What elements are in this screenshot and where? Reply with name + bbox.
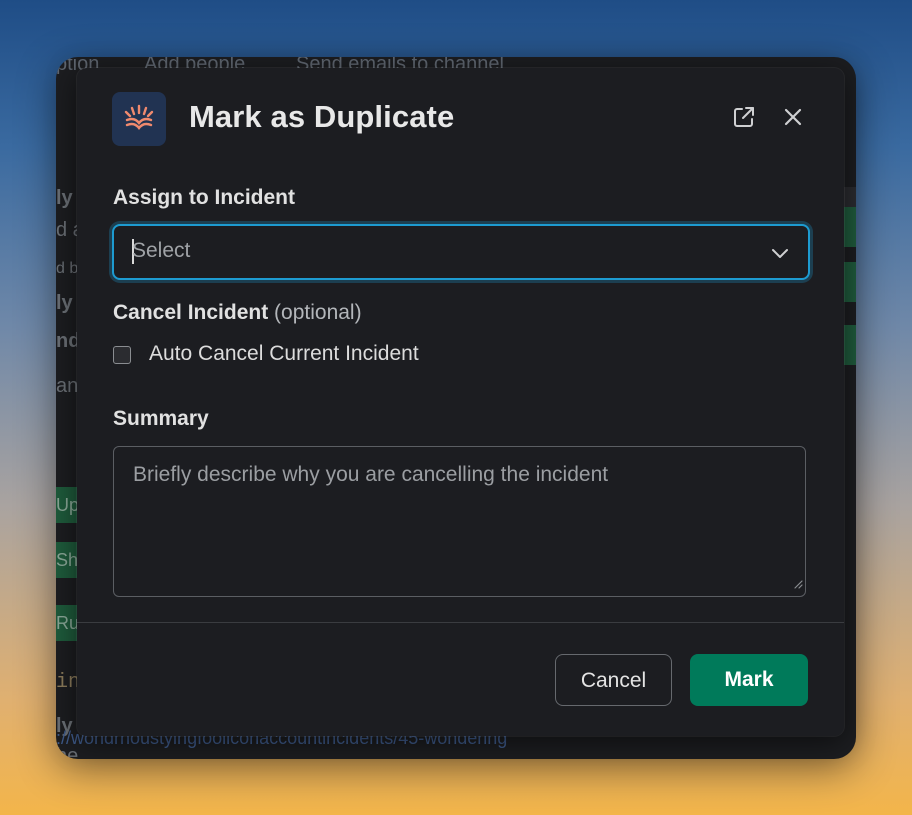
bg-fragment: ly [56, 292, 73, 314]
lotus-book-icon [112, 92, 166, 146]
auto-cancel-checkbox[interactable] [113, 346, 131, 364]
summary-textarea[interactable]: Briefly describe why you are cancelling … [113, 446, 806, 597]
assign-label: Assign to Incident [113, 186, 296, 209]
resize-grip-icon[interactable] [793, 576, 803, 594]
mark-duplicate-modal: Mark as Duplicate Assign to Incident Sel… [77, 68, 844, 736]
modal-header: Mark as Duplicate [77, 68, 844, 168]
select-placeholder: Select [132, 239, 191, 262]
mark-button[interactable]: Mark [690, 654, 808, 706]
cancel-incident-label-text: Cancel Incident [113, 301, 269, 324]
summary-placeholder: Briefly describe why you are cancelling … [133, 463, 609, 486]
assign-incident-select[interactable]: Select [112, 224, 810, 280]
modal-title: Mark as Duplicate [189, 99, 455, 134]
chevron-down-icon [770, 243, 790, 268]
external-link-icon[interactable] [731, 104, 757, 130]
auto-cancel-label[interactable]: Auto Cancel Current Incident [149, 342, 419, 366]
cancel-incident-label: Cancel Incident (optional) [113, 301, 362, 325]
cancel-button[interactable]: Cancel [555, 654, 672, 706]
bg-fragment: an [56, 375, 79, 397]
summary-label: Summary [113, 407, 209, 430]
close-icon[interactable] [780, 104, 806, 130]
bg-fragment: d b [56, 260, 79, 277]
footer-divider [77, 622, 844, 623]
bg-fragment: ly [56, 187, 73, 209]
optional-tag: (optional) [274, 301, 362, 324]
